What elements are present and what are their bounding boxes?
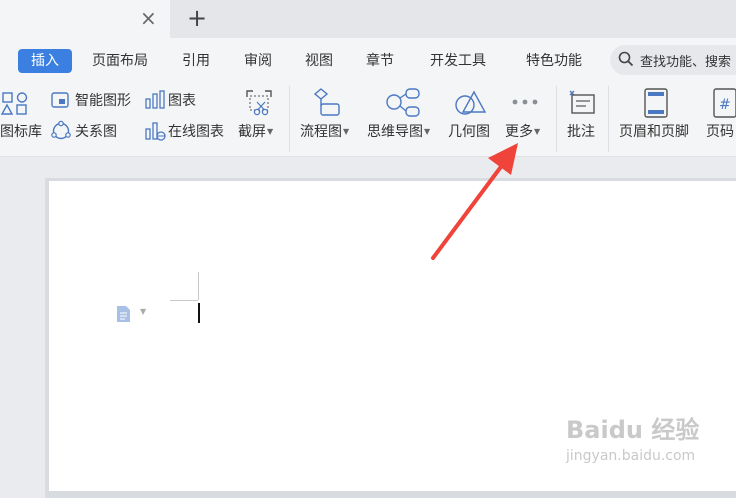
baidu-watermark-logo: Baidu 经验 bbox=[566, 416, 700, 444]
annotation-arrow bbox=[431, 143, 518, 260]
watermark-url: jingyan.baidu.com bbox=[566, 448, 696, 464]
